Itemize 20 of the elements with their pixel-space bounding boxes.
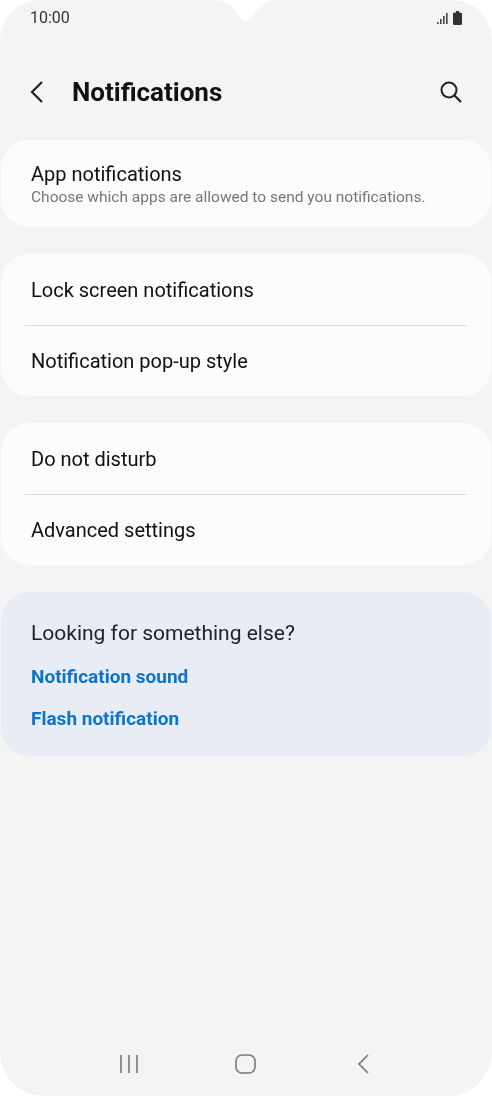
suggestion-link[interactable]: Notification sound [31,664,189,690]
battery-icon [453,11,462,25]
item-title: Advanced settings [31,517,197,543]
settings-item[interactable]: Notification pop-up style [25,325,467,396]
settings-item[interactable]: App notifications Choose which apps are allowed to send you notifications. [25,140,467,227]
item-title: Lock screen notifications [31,276,255,303]
status-time: 10:00 [30,7,70,29]
settings-item[interactable]: Do not disturb [25,423,467,494]
settings-item[interactable]: Advanced settings [25,494,467,565]
item-title: App notifications [31,160,183,187]
suggestions-title: Looking for something else? [31,620,295,647]
item-subtitle: Choose which apps are allowed to send you notifications. [31,186,427,207]
settings-item[interactable]: Lock screen notifications [25,254,467,325]
home-icon[interactable] [234,1053,258,1075]
item-title: Do not disturb [31,445,158,472]
suggestion-link[interactable]: Flash notification [31,706,180,732]
item-title: Notification pop-up style [31,348,249,374]
search-icon[interactable] [438,79,464,105]
page-title: Notifications [72,75,223,109]
signal-icon [437,12,449,24]
